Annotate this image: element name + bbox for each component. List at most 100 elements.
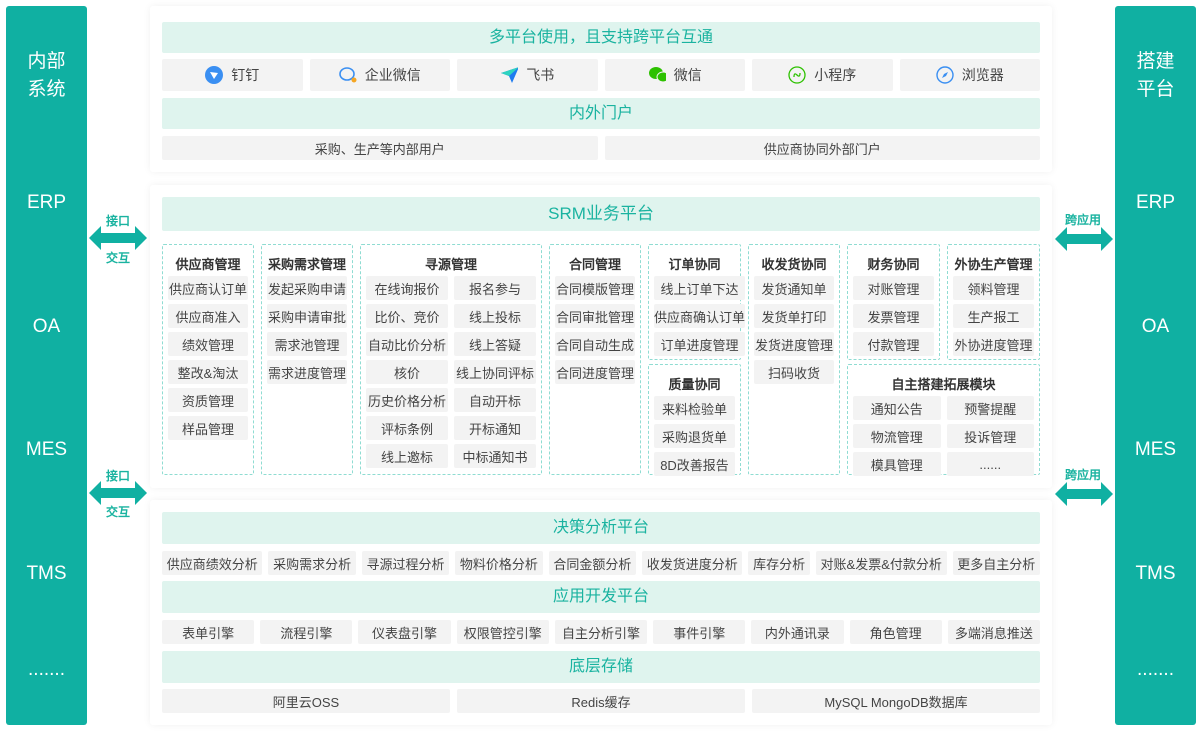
module-item[interactable]: 合同模版管理 [555,276,635,300]
system-mes: MES [25,439,68,460]
platform-label: 钉钉 [231,67,260,83]
analysis-item[interactable]: 库存分析 [748,551,810,575]
module-item[interactable]: 8D改善报告 [654,452,735,476]
module-item[interactable]: 发货单打印 [754,304,834,328]
module-item[interactable]: 合同审批管理 [555,304,635,328]
module-item[interactable]: 来料检验单 [654,396,735,420]
module-item[interactable]: 生产报工 [953,304,1034,328]
storage-item[interactable]: MySQL MongoDB数据库 [752,689,1040,713]
module-item[interactable]: 扫码收货 [754,360,834,384]
analysis-item[interactable]: 采购需求分析 [268,551,356,575]
devplatform-item[interactable]: 流程引擎 [260,620,353,644]
module-item[interactable]: 绩效管理 [168,332,248,356]
module-item[interactable]: 领料管理 [953,276,1034,300]
platform-browser[interactable]: 浏览器 [899,59,1040,91]
devplatform-item[interactable]: 角色管理 [849,620,942,644]
analysis-item[interactable]: 收发货进度分析 [642,551,743,575]
module-item[interactable]: 对账管理 [853,276,934,300]
module-item[interactable]: 比价、竞价 [366,304,448,328]
module-finance-collab: 财务协同 对账管理 发票管理 付款管理 [847,244,940,360]
platform-dingtalk[interactable]: 钉钉 [162,59,303,91]
module-item[interactable]: 物流管理 [853,424,941,448]
devplatform-item[interactable]: 事件引擎 [653,620,746,644]
module-outsourcing: 外协生产管理 领料管理 生产报工 外协进度管理 [947,244,1040,360]
module-item[interactable]: 预警提醒 [946,396,1034,420]
storage-item[interactable]: Redis缓存 [457,689,745,713]
module-item[interactable]: 发货进度管理 [754,332,834,356]
module-item[interactable]: 发起采购申请 [267,276,347,300]
devplatform-item[interactable]: 自主分析引擎 [554,620,648,644]
devplatform-item[interactable]: 权限管控引擎 [456,620,549,644]
double-arrow-icon [1055,482,1113,506]
analysis-item[interactable]: 物料价格分析 [455,551,543,575]
internal-portal[interactable]: 采购、生产等内部用户 [162,136,598,160]
module-item[interactable]: ...... [946,452,1034,476]
system-erp: ERP [26,192,67,213]
devplatform-item[interactable]: 内外通讯录 [751,620,844,644]
module-item[interactable]: 历史价格分析 [366,388,448,412]
devplatform-item[interactable]: 多端消息推送 [947,620,1040,644]
module-item[interactable]: 外协进度管理 [953,332,1034,356]
connector-label: 交互 [105,251,130,265]
system-oa: OA [32,316,61,337]
module-item[interactable]: 线上邀标 [366,444,448,468]
module-item[interactable]: 订单进度管理 [654,332,746,356]
srm-header: SRM业务平台 [162,197,1040,231]
module-item[interactable]: 发票管理 [853,304,934,328]
analysis-item[interactable]: 合同金额分析 [548,551,637,575]
analysis-item[interactable]: 寻源过程分析 [361,551,450,575]
module-item[interactable]: 采购退货单 [654,424,735,448]
module-item[interactable]: 付款管理 [853,332,934,356]
module-item[interactable]: 评标条例 [366,416,448,440]
module-title: 供应商管理 [175,257,241,272]
module-item[interactable]: 采购申请审批 [267,304,347,328]
module-title: 收发货协同 [761,257,827,272]
analysis-item[interactable]: 对账&发票&付款分析 [815,551,947,575]
module-item[interactable]: 投诉管理 [946,424,1034,448]
module-item[interactable]: 发货通知单 [754,276,834,300]
platform-label: 飞书 [526,67,555,83]
module-item[interactable]: 报名参与 [454,276,536,300]
module-purchase-demand: 采购需求管理 发起采购申请 采购申请审批 需求池管理 需求进度管理 [261,244,353,475]
module-item[interactable]: 线上订单下达 [654,276,746,300]
supplier-portal[interactable]: 供应商协同外部门户 [604,136,1040,160]
platform-label: 浏览器 [961,67,1004,83]
module-item[interactable]: 样品管理 [168,416,248,440]
module-item[interactable]: 中标通知书 [454,444,536,468]
devplatform-item[interactable]: 表单引擎 [162,620,255,644]
platform-miniprogram[interactable]: 小程序 [752,59,893,91]
module-item[interactable]: 线上答疑 [454,332,536,356]
analysis-item[interactable]: 更多自主分析 [952,551,1040,575]
module-item[interactable]: 供应商认订单 [168,276,248,300]
devplatform-item[interactable]: 仪表盘引擎 [358,620,451,644]
platform-feishu[interactable]: 飞书 [457,59,598,91]
module-item[interactable]: 供应商准入 [168,304,248,328]
module-title: 合同管理 [568,257,621,272]
module-item[interactable]: 合同进度管理 [555,360,635,384]
module-item[interactable]: 资质管理 [168,388,248,412]
module-item[interactable]: 线上协同评标 [454,360,536,384]
storage-row: 阿里云OSS Redis缓存 MySQL MongoDB数据库 [162,689,1040,713]
access-panel: 多平台使用，且支持跨平台互通 钉钉 企业微信 飞书 微信 小程序 浏览器 内外门… [150,6,1052,172]
module-item[interactable]: 模具管理 [853,452,941,476]
module-item[interactable]: 自动开标 [454,388,536,412]
module-item[interactable]: 供应商确认订单 [654,304,746,328]
system-tms: TMS [1135,563,1176,584]
platform-wecom[interactable]: 企业微信 [309,59,450,91]
module-item[interactable]: 开标通知 [454,416,536,440]
devplatform-header: 应用开发平台 [162,581,1040,613]
analysis-item[interactable]: 供应商绩效分析 [162,551,263,575]
storage-item[interactable]: 阿里云OSS [162,689,450,713]
module-item[interactable]: 需求池管理 [267,332,347,356]
module-item[interactable]: 线上投标 [454,304,536,328]
module-item[interactable]: 通知公告 [853,396,941,420]
module-item[interactable]: 核价 [366,360,448,384]
double-arrow-icon [89,226,147,250]
platform-wechat[interactable]: 微信 [604,59,745,91]
connector-label: 跨应用 [1064,213,1101,227]
module-item[interactable]: 整改&淘汰 [168,360,248,384]
module-item[interactable]: 需求进度管理 [267,360,347,384]
module-item[interactable]: 自动比价分析 [366,332,448,356]
module-item[interactable]: 在线询报价 [366,276,448,300]
module-item[interactable]: 合同自动生成 [555,332,635,356]
